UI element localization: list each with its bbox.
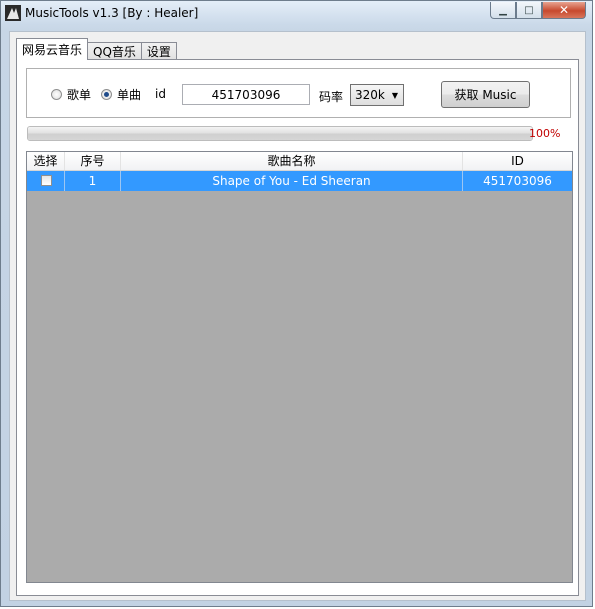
radio-playlist-circle[interactable] <box>51 89 62 100</box>
maximize-button[interactable]: □ <box>516 2 542 19</box>
minimize-button[interactable]: ▁ <box>490 2 516 19</box>
client-area: 网易云音乐 QQ音乐 设置 歌单 单曲 id 码率 320k ▼ <box>9 31 586 601</box>
app-window: MusicTools v1.3 [By : Healer] ▁ □ ✕ 网易云音… <box>0 0 593 607</box>
column-header-select[interactable]: 选择 <box>27 152 65 170</box>
table-row[interactable]: 1 Shape of You - Ed Sheeran 451703096 <box>27 171 572 191</box>
row-checkbox[interactable] <box>41 175 52 186</box>
row-index: 1 <box>65 171 121 191</box>
radio-playlist-label: 歌单 <box>67 88 92 102</box>
title-bar[interactable]: MusicTools v1.3 [By : Healer] ▁ □ ✕ <box>1 1 592 25</box>
column-header-song-name[interactable]: 歌曲名称 <box>121 152 463 170</box>
radio-playlist[interactable]: 歌单 <box>51 86 91 103</box>
bitrate-label: 码率 <box>319 90 344 104</box>
radio-single[interactable]: 单曲 <box>101 86 141 103</box>
bitrate-select[interactable]: 320k ▼ <box>350 84 404 106</box>
tab-qq-music[interactable]: QQ音乐 <box>87 42 142 60</box>
list-header: 选择 序号 歌曲名称 ID <box>27 152 572 171</box>
id-label: id <box>155 87 166 101</box>
column-header-id[interactable]: ID <box>463 152 572 170</box>
chevron-down-icon: ▼ <box>391 91 398 100</box>
tab-netease-music[interactable]: 网易云音乐 <box>16 38 89 60</box>
radio-single-circle[interactable] <box>101 89 112 100</box>
tab-strip: 网易云音乐 QQ音乐 设置 <box>16 38 177 60</box>
fetch-music-button[interactable]: 获取 Music <box>441 81 530 108</box>
row-song-name: Shape of You - Ed Sheeran <box>121 171 463 191</box>
close-button[interactable]: ✕ <box>542 2 586 19</box>
column-header-index[interactable]: 序号 <box>65 152 121 170</box>
app-logo-icon <box>5 5 21 21</box>
song-list[interactable]: 选择 序号 歌曲名称 ID 1 Shape of You - Ed Sheera… <box>26 151 573 583</box>
progress-fill <box>28 127 532 140</box>
row-select-cell <box>27 171 65 191</box>
window-title: MusicTools v1.3 [By : Healer] <box>25 6 199 20</box>
progress-bar <box>27 126 533 141</box>
bitrate-value: 320k <box>355 88 385 102</box>
progress-percent: 100% <box>529 127 561 140</box>
tab-panel: 歌单 单曲 id 码率 320k ▼ 获取 Music 100% <box>16 59 579 596</box>
radio-single-label: 单曲 <box>117 88 142 102</box>
search-group: 歌单 单曲 id 码率 320k ▼ 获取 Music <box>26 68 571 118</box>
tab-settings[interactable]: 设置 <box>140 42 177 60</box>
row-song-id: 451703096 <box>483 174 552 188</box>
id-input[interactable] <box>182 84 310 105</box>
